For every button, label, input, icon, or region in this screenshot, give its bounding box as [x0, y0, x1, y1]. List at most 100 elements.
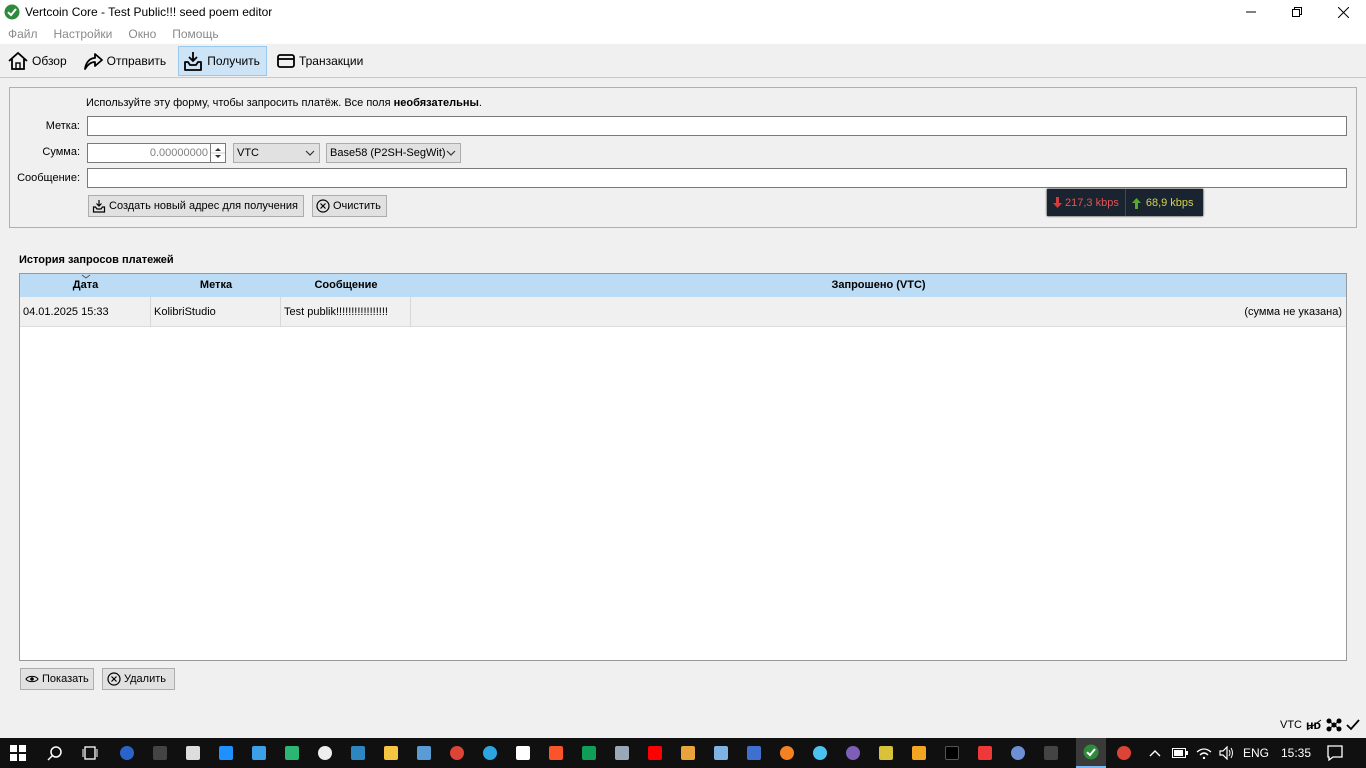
- create-address-button[interactable]: Создать новый адрес для получения: [88, 195, 304, 217]
- menu-help[interactable]: Помощь: [168, 27, 222, 41]
- status-bar: VTC HD: [1276, 716, 1360, 734]
- taskbar-app-8[interactable]: [343, 738, 373, 768]
- payment-requests-table: Дата Метка Сообщение Запрошено (VTC) 04.…: [19, 273, 1347, 661]
- unit-select[interactable]: VTC: [233, 143, 320, 163]
- receive-tab[interactable]: Получить: [178, 45, 267, 76]
- taskbar-app-10[interactable]: [409, 738, 439, 768]
- notifications-button[interactable]: [1320, 738, 1350, 768]
- app-4-icon: [219, 746, 233, 760]
- chevron-down-icon: [446, 150, 456, 156]
- vertcoin-check-icon: [1083, 744, 1099, 760]
- taskbar-app-19[interactable]: [706, 738, 736, 768]
- synced-check-icon: [1346, 719, 1360, 731]
- restore-icon: [1292, 7, 1302, 17]
- close-button[interactable]: [1320, 0, 1366, 24]
- app-8-icon: [351, 746, 365, 760]
- taskbar-vertcoin-app[interactable]: [1076, 738, 1106, 768]
- download-speed: 217,3 kbps: [1047, 196, 1119, 209]
- clear-button[interactable]: Очистить: [312, 195, 387, 217]
- taskbar-app-24[interactable]: [871, 738, 901, 768]
- taskbar-app-26[interactable]: [937, 738, 967, 768]
- taskbar-app-22[interactable]: [805, 738, 835, 768]
- chevron-down-icon: [305, 150, 315, 156]
- remove-button[interactable]: Удалить: [102, 668, 175, 690]
- wifi-icon: [1196, 748, 1212, 759]
- taskbar-app-9[interactable]: [376, 738, 406, 768]
- telegram-icon: [483, 746, 497, 760]
- taskbar-app-23[interactable]: [838, 738, 868, 768]
- taskbar-app-21[interactable]: [772, 738, 802, 768]
- battery-icon: [1172, 748, 1188, 758]
- vertcoin-check-icon: [4, 4, 20, 20]
- windows-taskbar: ENG 15:35: [0, 738, 1366, 768]
- taskbar-app-18[interactable]: [673, 738, 703, 768]
- volume-button[interactable]: [1212, 738, 1242, 768]
- remove-circle-x-icon: [107, 672, 121, 686]
- send-tab[interactable]: Отправить: [79, 46, 173, 76]
- brave-icon: [549, 746, 563, 760]
- down-arrow-icon: [1053, 196, 1062, 208]
- taskbar-app-20[interactable]: [739, 738, 769, 768]
- taskbar-app-5[interactable]: [244, 738, 274, 768]
- vivaldi-icon: [978, 746, 992, 760]
- taskbar-app-13[interactable]: [508, 738, 538, 768]
- overview-tab[interactable]: Обзор: [4, 46, 73, 76]
- transactions-label: Транзакции: [298, 53, 364, 68]
- unit-select-value: VTC: [237, 147, 259, 159]
- taskbar-app-16[interactable]: [607, 738, 637, 768]
- minimize-button[interactable]: [1228, 0, 1274, 24]
- input-language[interactable]: ENG: [1243, 738, 1269, 768]
- row-label: KolibriStudio: [151, 297, 281, 327]
- menu-file[interactable]: Файл: [4, 27, 42, 41]
- taskbar-app-17[interactable]: [640, 738, 670, 768]
- app-10-icon: [417, 746, 431, 760]
- taskbar-app-28[interactable]: [1003, 738, 1033, 768]
- table-row[interactable]: 04.01.2025 15:33 KolibriStudio Test publ…: [20, 297, 1346, 327]
- clear-label: Очистить: [333, 200, 381, 212]
- taskbar-app-12[interactable]: [475, 738, 505, 768]
- windows-logo-icon: [10, 745, 26, 761]
- column-label[interactable]: Метка: [151, 274, 281, 297]
- taskbar-app-29[interactable]: [1036, 738, 1066, 768]
- column-requested[interactable]: Запрошено (VTC): [411, 274, 1346, 297]
- intro-end: .: [478, 97, 482, 109]
- taskbar-app-11[interactable]: [442, 738, 472, 768]
- taskbar-app-4[interactable]: [211, 738, 241, 768]
- transactions-tab[interactable]: Транзакции: [273, 46, 369, 76]
- search-button[interactable]: [40, 738, 70, 768]
- drive-icon: [582, 746, 596, 760]
- taskbar-app-2[interactable]: [145, 738, 175, 768]
- address-type-select[interactable]: Base58 (P2SH-SegWit): [326, 143, 461, 163]
- amount-input[interactable]: 0.00000000: [87, 143, 211, 163]
- taskbar-app-15[interactable]: [574, 738, 604, 768]
- column-message[interactable]: Сообщение: [281, 274, 411, 297]
- show-button[interactable]: Показать: [20, 668, 94, 690]
- message-input[interactable]: [87, 168, 1347, 188]
- label-input[interactable]: [87, 116, 1347, 136]
- menu-settings[interactable]: Настройки: [50, 27, 117, 41]
- clock[interactable]: 15:35: [1281, 738, 1311, 768]
- menu-window[interactable]: Окно: [124, 27, 160, 41]
- hd-wallet-disabled-icon: HD: [1306, 719, 1322, 731]
- network-icon[interactable]: [1326, 718, 1342, 732]
- remove-label: Удалить: [124, 673, 166, 685]
- taskbar-app-14[interactable]: [541, 738, 571, 768]
- address-type-value: Base58 (P2SH-SegWit): [330, 147, 446, 159]
- status-unit[interactable]: VTC: [1280, 719, 1302, 731]
- taskbar-app-32[interactable]: [1109, 738, 1139, 768]
- notification-icon: [1327, 745, 1343, 761]
- taskbar-app-3[interactable]: [178, 738, 208, 768]
- taskbar-app-25[interactable]: [904, 738, 934, 768]
- taskbar-app-27[interactable]: [970, 738, 1000, 768]
- table-header: Дата Метка Сообщение Запрошено (VTC): [20, 274, 1346, 297]
- taskbar-app-7[interactable]: [310, 738, 340, 768]
- task-view-button[interactable]: [75, 738, 105, 768]
- amount-stepper[interactable]: [210, 143, 226, 163]
- restore-button[interactable]: [1274, 0, 1320, 24]
- app-19-icon: [714, 746, 728, 760]
- taskbar-app-6[interactable]: [277, 738, 307, 768]
- start-button[interactable]: [3, 738, 33, 768]
- column-date[interactable]: Дата: [20, 274, 151, 297]
- document-icon: [516, 746, 530, 760]
- taskbar-app-1[interactable]: [112, 738, 142, 768]
